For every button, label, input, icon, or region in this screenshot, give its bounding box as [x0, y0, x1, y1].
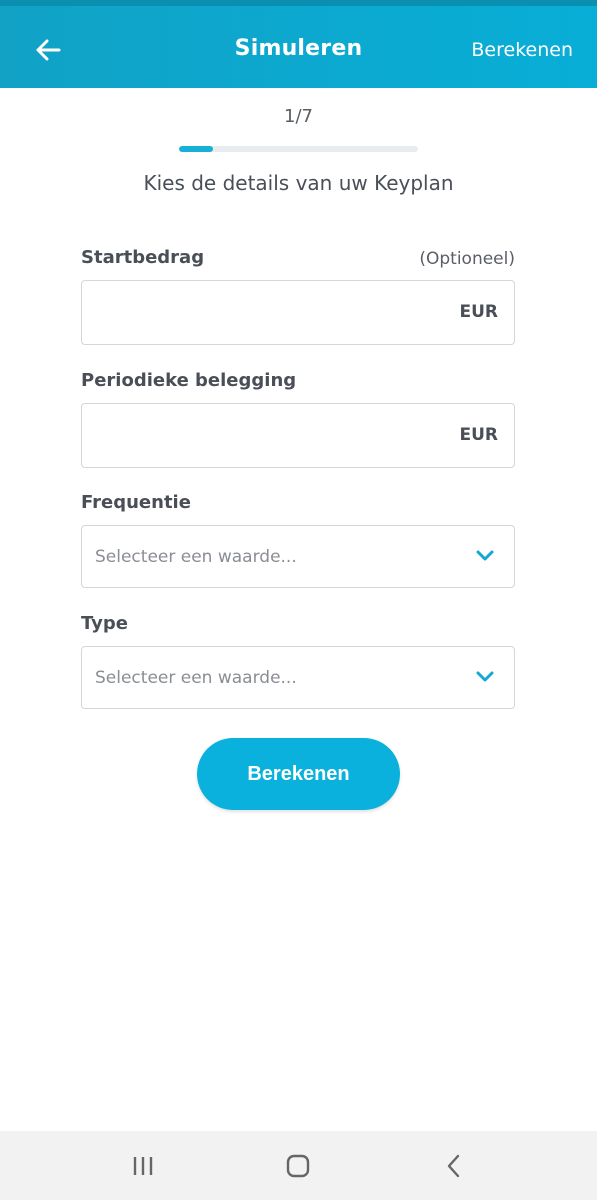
progress-bar-fill: [179, 146, 214, 152]
back-button[interactable]: [30, 32, 66, 68]
step-counter: 1/7: [284, 106, 313, 127]
calculate-button[interactable]: Berekenen: [197, 738, 400, 810]
startbedrag-label: Startbedrag: [81, 247, 205, 268]
periodieke-belegging-input[interactable]: EUR: [81, 403, 515, 468]
type-placeholder: Selecteer een waarde...: [95, 668, 297, 688]
calculate-header-button[interactable]: Berekenen: [471, 39, 573, 61]
system-back-button[interactable]: [437, 1151, 471, 1181]
frequentie-placeholder: Selecteer een waarde...: [95, 547, 297, 567]
chevron-down-icon: [476, 550, 494, 561]
back-chevron-icon: [447, 1154, 460, 1178]
arrow-left-icon: [36, 39, 61, 61]
currency-suffix: EUR: [459, 302, 498, 322]
recents-button[interactable]: [126, 1151, 160, 1181]
recents-icon: [133, 1157, 153, 1175]
currency-suffix: EUR: [459, 425, 498, 445]
type-select[interactable]: Selecteer een waarde...: [81, 646, 515, 709]
type-label: Type: [81, 613, 128, 634]
frequentie-label: Frequentie: [81, 492, 191, 513]
startbedrag-input[interactable]: EUR: [81, 280, 515, 345]
app-bar: Simuleren Berekenen: [0, 0, 597, 88]
frequentie-select[interactable]: Selecteer een waarde...: [81, 525, 515, 588]
form-subtitle: Kies de details van uw Keyplan: [143, 171, 454, 195]
chevron-down-icon: [476, 671, 494, 682]
optional-label: (Optioneel): [419, 249, 515, 269]
home-icon: [286, 1154, 310, 1178]
system-nav-bar: [0, 1131, 597, 1200]
home-button[interactable]: [281, 1151, 315, 1181]
periodieke-belegging-label: Periodieke belegging: [81, 370, 297, 391]
progress-bar: [179, 146, 418, 152]
